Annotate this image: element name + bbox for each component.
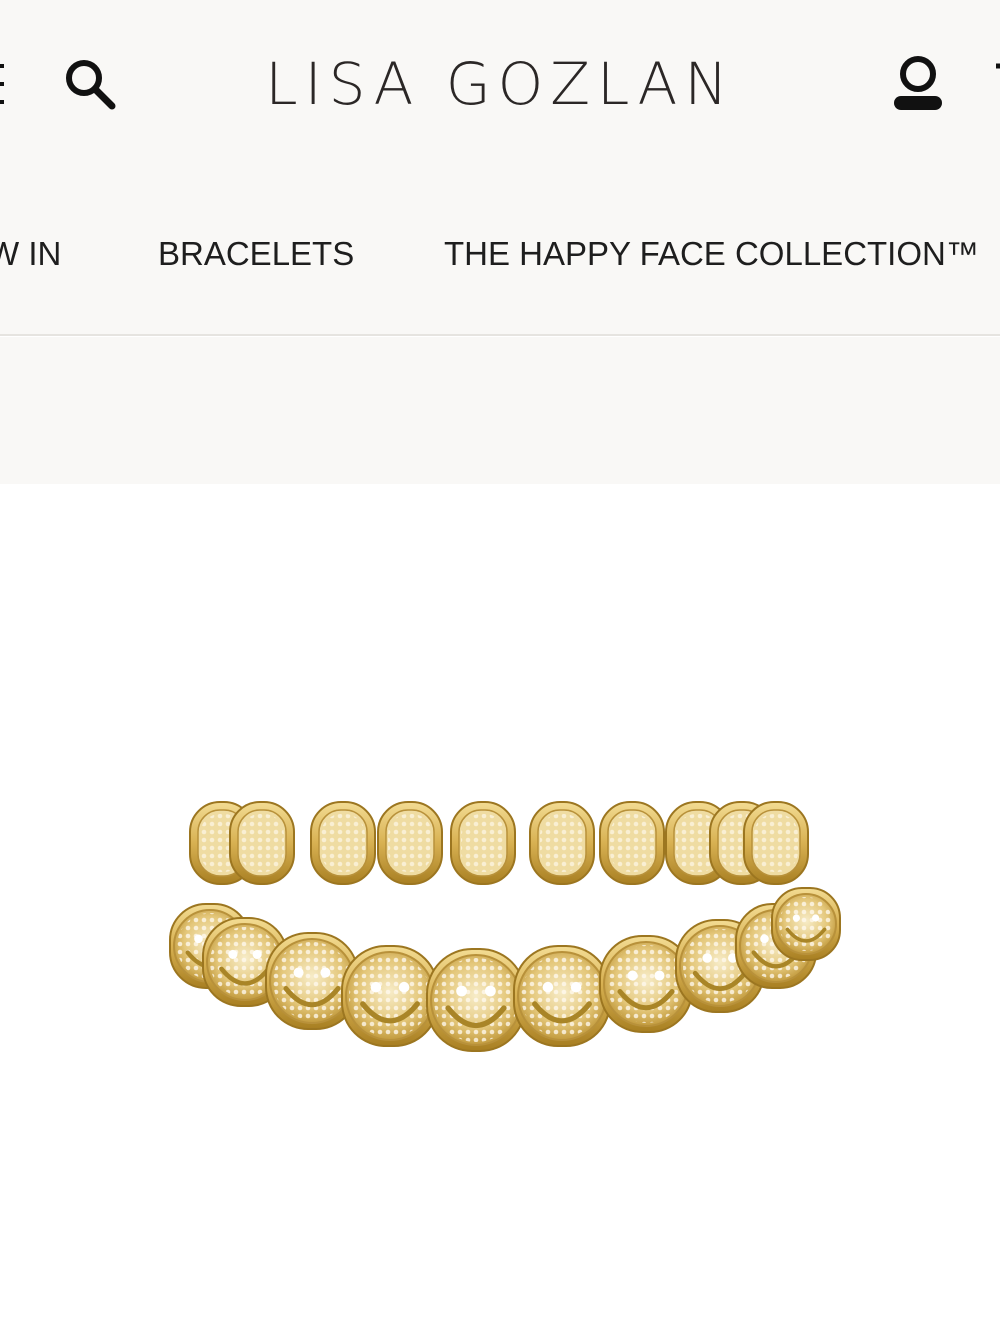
- site-header: LISA GOZLAN: [0, 0, 1000, 190]
- pave-stones: [388, 814, 432, 872]
- charm-eye: [252, 949, 262, 959]
- nav-item-new-in[interactable]: W IN: [0, 234, 61, 274]
- charm-eye: [456, 985, 467, 997]
- bracelet-illustration: [169, 801, 841, 1052]
- charm-eye: [485, 985, 496, 997]
- account-icon[interactable]: [888, 54, 948, 116]
- pave-stones: [461, 814, 505, 872]
- charm-eye: [792, 914, 801, 922]
- charm-eye: [702, 953, 712, 963]
- pave-stones: [321, 814, 365, 872]
- charm-eye: [654, 970, 665, 981]
- brand-logo[interactable]: LISA GOZLAN: [265, 50, 734, 118]
- charm-eye: [194, 934, 203, 944]
- charm-eye: [293, 967, 304, 978]
- nav-item-bracelets[interactable]: BRACELETS: [158, 234, 354, 274]
- pave-stones: [540, 814, 584, 872]
- charm-eye: [228, 949, 238, 959]
- pave-stones: [434, 958, 518, 1042]
- pave-stones: [521, 955, 603, 1037]
- product-image[interactable]: [0, 484, 1000, 1333]
- cart-icon[interactable]: [990, 62, 1000, 92]
- charm-eye: [370, 981, 382, 993]
- charm-eye: [542, 981, 554, 993]
- promo-banner: [0, 337, 1000, 484]
- charm-eye: [570, 981, 582, 993]
- charm-eye: [320, 967, 331, 978]
- search-icon[interactable]: [62, 56, 118, 112]
- pave-stones: [779, 897, 833, 951]
- pave-stones: [610, 814, 654, 872]
- main-navigation: W IN BRACELETS THE HAPPY FACE COLLECTION…: [0, 190, 1000, 336]
- bracelet: [169, 801, 841, 1052]
- pave-stones: [240, 814, 284, 872]
- pave-stones: [607, 945, 685, 1023]
- pave-stones: [349, 955, 431, 1037]
- charm-eye: [812, 914, 820, 922]
- pave-stones: [754, 814, 798, 872]
- nav-item-happy-face-collection[interactable]: THE HAPPY FACE COLLECTION™: [444, 234, 979, 274]
- charm-eye: [398, 981, 410, 993]
- pave-stones: [273, 942, 351, 1020]
- menu-icon[interactable]: [0, 62, 4, 106]
- charm-eye: [627, 970, 638, 981]
- charm-eye: [760, 934, 769, 944]
